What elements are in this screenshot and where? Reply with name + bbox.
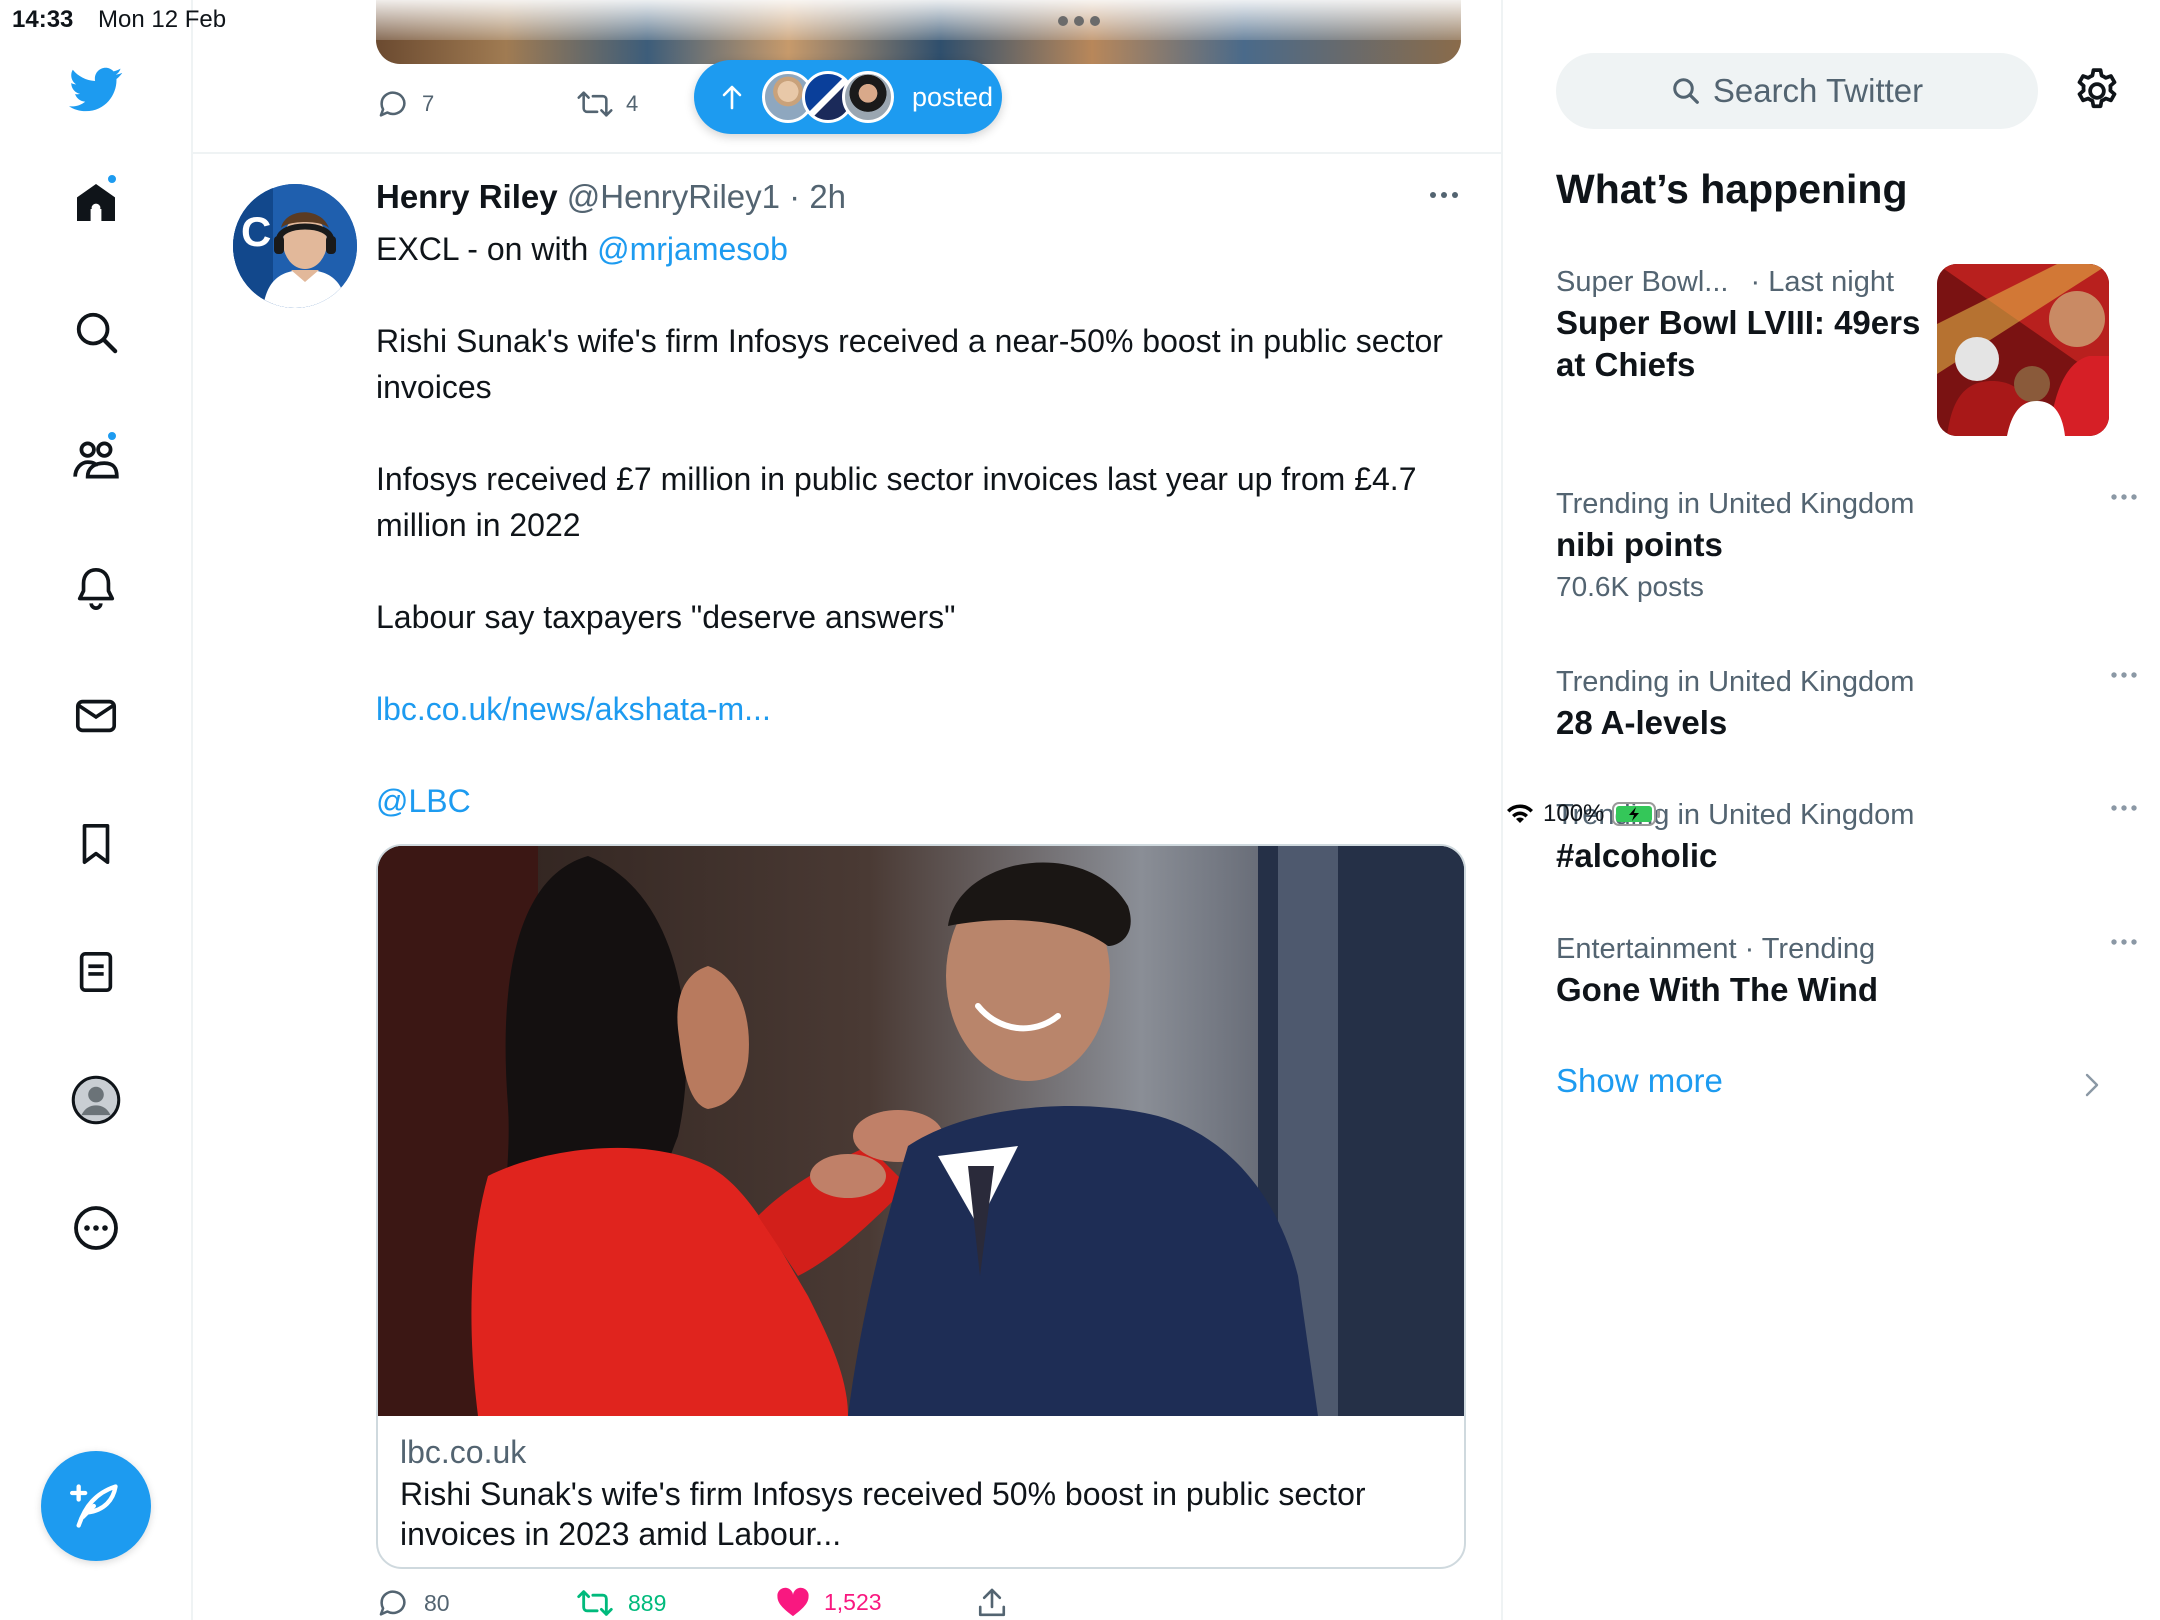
tweet-url-link[interactable]: lbc.co.uk/news/akshata-m... — [376, 686, 1466, 732]
like-count: 1,523 — [824, 1588, 882, 1615]
home-badge-dot — [106, 173, 118, 185]
new-posts-label: posted — [912, 81, 994, 112]
previous-reply-count: 7 — [422, 91, 435, 116]
link-preview-card[interactable]: lbc.co.uk Rishi Sunak's wife's firm Info… — [376, 844, 1466, 1569]
compose-tweet-button[interactable] — [41, 1451, 151, 1561]
search-icon — [76, 312, 118, 354]
heart-filled-icon — [777, 1587, 809, 1617]
nav-profile[interactable] — [66, 1070, 126, 1130]
reply-icon — [379, 1590, 406, 1616]
card-domain: lbc.co.uk — [400, 1434, 527, 1470]
retweet-button[interactable]: 889 — [576, 1586, 666, 1620]
retweet-count: 889 — [628, 1589, 667, 1616]
arrow-up-icon — [722, 85, 742, 110]
pill-avatar — [842, 71, 894, 123]
like-button[interactable]: 1,523 — [776, 1586, 882, 1618]
new-posts-pill[interactable]: posted — [694, 60, 1002, 134]
lbc-mention-link[interactable]: @LBC — [376, 778, 1466, 824]
nav-explore[interactable] — [66, 302, 126, 362]
reply-icon — [379, 91, 406, 117]
previous-reply-button[interactable]: 7 — [376, 87, 576, 121]
communities-badge-dot — [106, 430, 118, 442]
retweet-icon — [577, 91, 613, 117]
tweet-line1: EXCL - on with — [376, 231, 598, 267]
tweet-paragraph: Labour say taxpayers "deserve answers" — [376, 599, 956, 635]
nav-lists[interactable] — [66, 942, 126, 1002]
tweet-header: Henry Riley @HenryRiley1 · 2h — [376, 178, 846, 216]
tweet-time[interactable]: · 2h — [789, 178, 846, 215]
author-avatar[interactable]: C — [233, 184, 357, 308]
mention-link[interactable]: @mrjamesob — [597, 231, 788, 267]
svg-text:C: C — [241, 208, 271, 255]
tweet-more-button[interactable] — [1429, 190, 1459, 200]
nav-more[interactable] — [66, 1198, 126, 1258]
mail-icon — [75, 699, 117, 733]
status-time: 14:33 — [12, 6, 74, 33]
more-horizontal-icon — [1430, 192, 1458, 198]
communities-icon — [73, 441, 119, 479]
home-icon — [77, 184, 115, 221]
tweet-text: EXCL - on with @mrjamesob Rishi Sunak's … — [376, 226, 1466, 824]
more-circle-icon — [74, 1206, 118, 1250]
nav-notifications[interactable] — [66, 558, 126, 618]
compose-feather-icon — [70, 1484, 118, 1528]
previous-tweet-actions: 7 4 — [376, 84, 638, 124]
wifi-icon — [1507, 804, 1533, 823]
tweet-divider — [193, 152, 1501, 154]
tweet-paragraph: Rishi Sunak's wife's firm Infosys receiv… — [376, 323, 1443, 405]
nav-home[interactable] — [66, 173, 126, 233]
tweet-paragraph: Infosys received £7 million in public se… — [376, 461, 1417, 543]
status-date: Mon 12 Feb — [98, 6, 227, 33]
reply-count: 80 — [424, 1589, 450, 1616]
reply-button[interactable]: 80 — [376, 1586, 450, 1620]
multitasking-dots-icon[interactable] — [1058, 16, 1100, 26]
battery-percent: 100% — [1543, 800, 1605, 827]
author-handle[interactable]: @HenryRiley1 — [567, 178, 780, 215]
tweet-actions: 80 889 1,523 — [376, 1586, 1466, 1620]
list-icon — [79, 951, 113, 993]
link-preview-image — [378, 846, 1464, 1416]
nav-communities[interactable] — [66, 430, 126, 490]
status-bar: 14:33 Mon 12 Feb 100% — [0, 0, 2160, 827]
timeline[interactable]: 7 4 posted C Henry Riley @HenryRiley1 · … — [193, 0, 1503, 1620]
battery-charging-icon — [1612, 802, 1661, 826]
nav-messages[interactable] — [66, 686, 126, 746]
author-name[interactable]: Henry Riley — [376, 178, 558, 215]
previous-retweet-count: 4 — [626, 91, 639, 116]
share-button[interactable] — [976, 1586, 1008, 1620]
retweet-icon — [577, 1590, 613, 1616]
bookmark-icon — [82, 823, 110, 865]
share-icon — [978, 1588, 1006, 1617]
previous-retweet-button[interactable]: 4 — [576, 87, 638, 121]
twitter-logo-icon[interactable] — [66, 60, 126, 120]
left-navigation — [0, 0, 193, 1620]
nav-bookmarks[interactable] — [66, 814, 126, 874]
bell-icon — [77, 567, 115, 610]
card-title: Rishi Sunak's wife's firm Infosys receiv… — [400, 1476, 1366, 1552]
avatar-icon — [71, 1075, 121, 1125]
